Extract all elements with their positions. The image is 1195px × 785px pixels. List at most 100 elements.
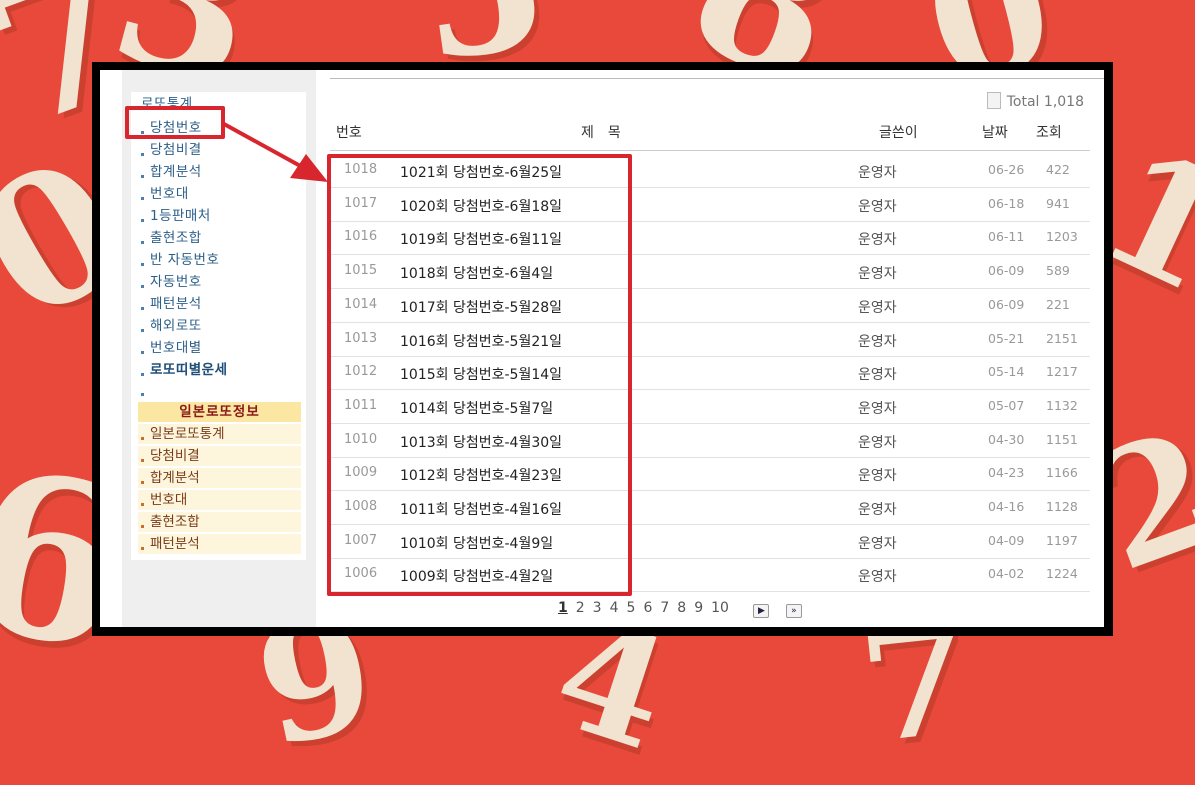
sidebar-item-japan-sum[interactable]: 합계분석 [138,468,301,488]
japan-lotto-header: 일본로또정보 [138,402,301,422]
bullet-icon [141,219,144,222]
sidebar-item-sum-analysis[interactable]: 합계분석 [141,160,202,180]
sidebar-item-auto[interactable]: 자동번호 [141,270,202,290]
bullet-icon [141,547,144,550]
bullet-icon [141,307,144,310]
post-author: 운영자 [858,569,897,586]
column-header-date: 날짜 [982,125,1008,141]
column-header-author: 글쓴이 [879,125,918,141]
page-link[interactable]: 9 [694,600,703,616]
post-date: 04-23 [988,465,1025,481]
bullet-icon [141,373,144,376]
post-date: 06-18 [988,195,1025,211]
post-date: 06-09 [988,263,1025,279]
bullet-icon [141,393,144,396]
post-views: 1197 [1046,532,1078,548]
page-link[interactable]: 5 [627,600,636,616]
post-date: 06-09 [988,296,1025,312]
divider [330,150,1090,151]
page-numbers: 1 2 3 4 5 6 7 8 9 10 [558,600,737,616]
chevron-right-icon[interactable]: ▶ [753,604,770,618]
post-author: 운영자 [858,502,897,518]
total-count: Total 1,018 [986,92,1084,110]
bullet-icon [141,351,144,354]
bullet-icon [141,153,144,156]
post-views: 589 [1046,263,1070,279]
bullet-icon [141,437,144,440]
arrow-icon [223,122,328,182]
post-date: 06-26 [988,162,1025,177]
post-date: 06-11 [988,229,1025,245]
post-views: 1217 [1046,364,1078,380]
bullet-icon [141,175,144,178]
sidebar-item-winning-tips[interactable]: 당첨비결 [141,138,202,158]
document-icon [986,92,1001,109]
sidebar-item-japan-pattern[interactable]: 패턴분석 [138,534,301,554]
post-views: 941 [1046,195,1070,211]
page-link[interactable]: 1 [558,600,568,616]
column-header-number: 번호 [336,125,362,141]
post-author: 운영자 [858,535,897,552]
highlight-box-list [327,154,632,596]
page-link[interactable]: 4 [610,600,619,616]
post-author: 운영자 [858,266,897,283]
post-date: 04-30 [988,431,1025,447]
bullet-icon [141,329,144,332]
page-link[interactable]: 6 [643,600,652,616]
sidebar-empty-item [141,382,150,398]
post-views: 2151 [1046,330,1078,346]
post-author: 운영자 [858,400,897,417]
post-views: 221 [1046,296,1070,312]
post-views: 1128 [1046,499,1078,514]
sidebar-item-zodiac-fortune[interactable]: 로또띠별운세 [141,358,228,378]
post-date: 05-21 [988,330,1025,346]
bullet-icon [141,503,144,506]
sidebar-item-first-prize-stores[interactable]: 1등판매처 [141,204,211,224]
post-author: 운영자 [858,299,897,316]
highlight-box-menu [125,106,225,139]
page-link[interactable]: 7 [660,600,669,616]
divider [330,78,1104,79]
sidebar-item-by-number[interactable]: 번호대별 [141,336,202,356]
bullet-icon [141,481,144,484]
sidebar-item-number-range[interactable]: 번호대 [141,182,189,202]
sidebar-item-overseas[interactable]: 해외로또 [141,314,202,334]
post-author: 운영자 [858,434,897,451]
post-author: 운영자 [858,165,897,181]
post-views: 422 [1046,162,1070,177]
post-author: 운영자 [858,198,897,215]
post-author: 운영자 [858,232,897,249]
page-link[interactable]: 3 [593,600,602,616]
double-chevron-right-icon[interactable]: » [785,604,802,618]
post-views: 1132 [1046,397,1078,413]
bullet-icon [141,285,144,288]
column-header-title: 제 목 [581,125,621,141]
page-link[interactable]: 10 [711,600,729,616]
page-link[interactable]: 2 [576,600,585,616]
sidebar-item-japan-tips[interactable]: 당첨비결 [138,446,301,466]
bullet-icon [141,241,144,244]
post-date: 05-07 [988,397,1025,413]
post-author: 운영자 [858,468,897,485]
screenshot-frame: 로또통계 당첨번호 당첨비결 합계분석 번호대 1등판매처 출현조합 반 자동번… [92,62,1113,636]
sidebar-item-japan-combinations[interactable]: 출현조합 [138,512,301,532]
page-link[interactable]: 8 [677,600,686,616]
post-views: 1203 [1046,229,1078,245]
post-author: 운영자 [858,333,897,350]
sidebar-item-japan-range[interactable]: 번호대 [138,490,301,510]
pagination: 1 2 3 4 5 6 7 8 9 10 ▶ » [558,600,810,618]
sidebar-item-combinations[interactable]: 출현조합 [141,226,202,246]
column-header-views: 조회 [1036,125,1062,141]
webpage: 로또통계 당첨번호 당첨비결 합계분석 번호대 1등판매처 출현조합 반 자동번… [100,70,1104,627]
post-views: 1166 [1046,465,1078,481]
post-date: 05-14 [988,364,1025,380]
post-views: 1151 [1046,431,1078,447]
post-views: 1224 [1046,566,1078,582]
post-date: 04-02 [988,566,1025,582]
bullet-icon [141,459,144,462]
sidebar-item-semi-auto[interactable]: 반 자동번호 [141,248,219,268]
post-date: 04-16 [988,499,1025,514]
sidebar-item-pattern[interactable]: 패턴분석 [141,292,202,312]
sidebar-item-japan-stats[interactable]: 일본로또통계 [138,424,301,444]
bullet-icon [141,525,144,528]
